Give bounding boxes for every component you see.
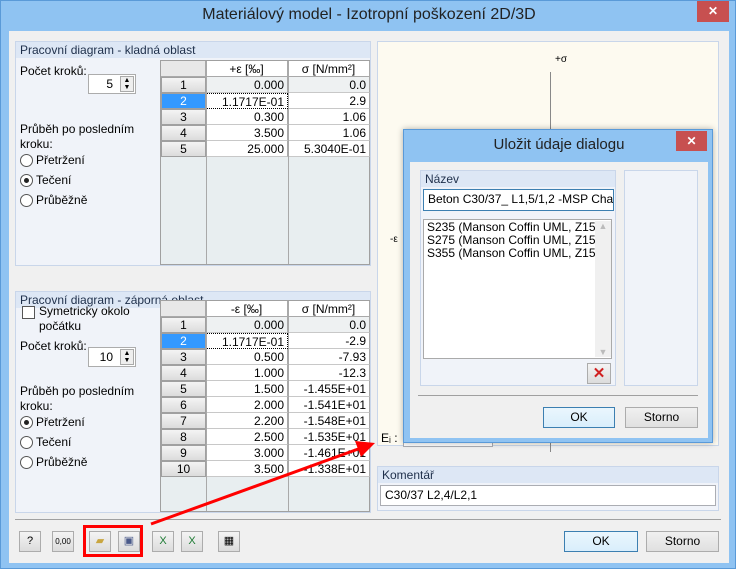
scroll-down-icon[interactable]: ▼ — [595, 347, 611, 357]
separator — [418, 395, 698, 396]
save-dialog-close-button[interactable]: ✕ — [676, 131, 707, 151]
main-dialog: Materiálový model - Izotropní poškození … — [0, 0, 736, 569]
saved-list[interactable]: S235 (Manson Coffin UML, Z15) S275 (Manso… — [423, 219, 612, 359]
name-group: Název Beton C30/37_ L1,5/1,2 -MSP Charak… — [420, 170, 616, 386]
arrow-line — [150, 446, 362, 526]
name-input[interactable]: Beton C30/37_ L1,5/1,2 -MSP Charakt — [423, 189, 614, 211]
save-dialog: Uložit údaje dialogu ✕ Název Beton C30/3… — [403, 129, 713, 443]
scroll-up-icon[interactable]: ▲ — [595, 221, 611, 231]
save-dialog-title: Uložit údaje dialogu — [493, 136, 625, 153]
delete-icon[interactable]: ✕ — [587, 363, 611, 384]
save-dialog-client: Název Beton C30/37_ L1,5/1,2 -MSP Charak… — [410, 162, 708, 438]
arrow-head — [355, 441, 375, 457]
scrollbar[interactable]: ▲ ▼ — [595, 221, 611, 357]
list-item[interactable]: S355 (Manson Coffin UML, Z15) — [427, 247, 608, 260]
name-header: Název — [421, 171, 615, 187]
preview-panel — [624, 170, 698, 386]
save-cancel-button[interactable]: Storno — [625, 407, 698, 428]
save-ok-button[interactable]: OK — [543, 407, 615, 428]
